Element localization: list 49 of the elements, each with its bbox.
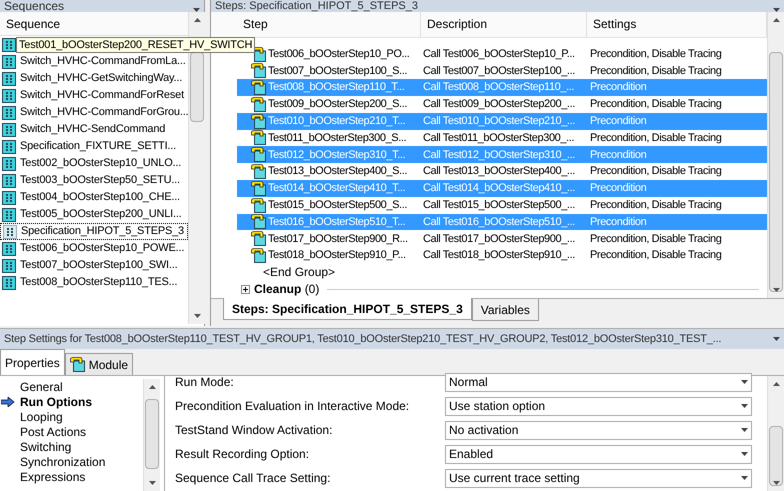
step-description: Call Test008_bOOsterStep110_... xyxy=(423,81,574,94)
panel-title: Steps: Specification_HIPOT_5_STEPS_3 xyxy=(215,0,418,12)
step-name: Test014_bOOsterStep410_T... xyxy=(268,181,406,196)
step-settings: Precondition, Disable Tracing xyxy=(590,64,722,77)
step-settings: Precondition, Disable Tracing xyxy=(590,98,722,110)
step-name: Test006_bOOsterStep10_PO... xyxy=(268,46,410,62)
step-settings: Precondition xyxy=(590,216,646,228)
step-settings: Precondition, Disable Tracing xyxy=(590,165,722,178)
step-settings: Precondition, Disable Tracing xyxy=(590,48,722,60)
step-description: Call Test011_bOOsterStep300_... xyxy=(423,132,574,144)
step-description: Call Test012_bOOsterStep310_... xyxy=(423,148,575,161)
step-name: Test012_bOOsterStep310_T... xyxy=(268,148,406,163)
step-description: Call Test009_bOOsterStep200_... xyxy=(423,98,575,110)
step-settings: Precondition, Disable Tracing xyxy=(590,198,722,211)
step-name: Test009_bOOsterStep200_S... xyxy=(268,97,408,112)
step-description: Call Test013_bOOsterStep400_... xyxy=(423,165,575,178)
step-description: Call Test016_bOOsterStep510_... xyxy=(423,216,575,228)
step-settings: Precondition, Disable Tracing xyxy=(590,132,722,144)
field-label: Run Mode: xyxy=(175,374,235,391)
step-settings: Precondition, Disable Tracing xyxy=(590,249,722,262)
step-settings: Precondition xyxy=(590,148,646,161)
step-description: Call Test007_bOOsterStep100_... xyxy=(423,64,575,77)
step-description: Call Test006_bOOsterStep10_P... xyxy=(423,48,575,60)
step-description: Call Test014_bOOsterStep410_... xyxy=(423,182,575,194)
step-description: Call Test017_bOOsterStep900_... xyxy=(423,232,575,245)
step-name: Test016_bOOsterStep510_T... xyxy=(268,214,406,230)
step-name: Test010_bOOsterStep210_T... xyxy=(268,114,406,129)
step-description: Call Test018_bOOsterStep910_... xyxy=(423,249,575,262)
step-name: Test007_bOOsterStep100_S... xyxy=(268,64,408,79)
step-name: Test011_bOOsterStep300_S... xyxy=(268,130,406,146)
step-name: Test017_bOOsterStep900_R... xyxy=(268,232,408,247)
step-name: Test018_bOOsterStep910_P... xyxy=(268,248,406,264)
panel-title: Step Settings for Test008_bOOsterStep110_TEST_HV_GROUP1, Test010_bOOsterStep210_TEST_HV_GROUP2, Test012_bOOsterStep310_TEST_... xyxy=(4,332,722,347)
cleanup-group-label: Cleanup (0) xyxy=(254,281,320,298)
field-label: Precondition Evaluation in Interactive Mode: xyxy=(175,398,410,415)
step-settings: Precondition xyxy=(590,81,646,94)
end-group-label: <End Group> xyxy=(263,264,336,282)
field-label: Sequence Call Trace Setting: xyxy=(175,470,332,487)
step-description: Call Test015_bOOsterStep500_... xyxy=(423,198,575,211)
step-name: Test013_bOOsterStep400_S... xyxy=(268,164,408,180)
field-label: TestStand Window Activation: xyxy=(175,422,334,439)
step-name: Test008_bOOsterStep110_T... xyxy=(268,80,404,96)
step-settings: Precondition xyxy=(590,182,646,194)
step-description: Call Test010_bOOsterStep210_... xyxy=(423,114,575,127)
step-settings: Precondition, Disable Tracing xyxy=(590,232,722,245)
step-settings: Precondition xyxy=(590,114,646,127)
tooltip: Test001_bOOsterStep200_RESET_HV_SWITCH xyxy=(16,37,256,53)
field-label: Result Recording Option: xyxy=(175,446,310,463)
step-name: Test015_bOOsterStep500_S... xyxy=(268,198,408,213)
